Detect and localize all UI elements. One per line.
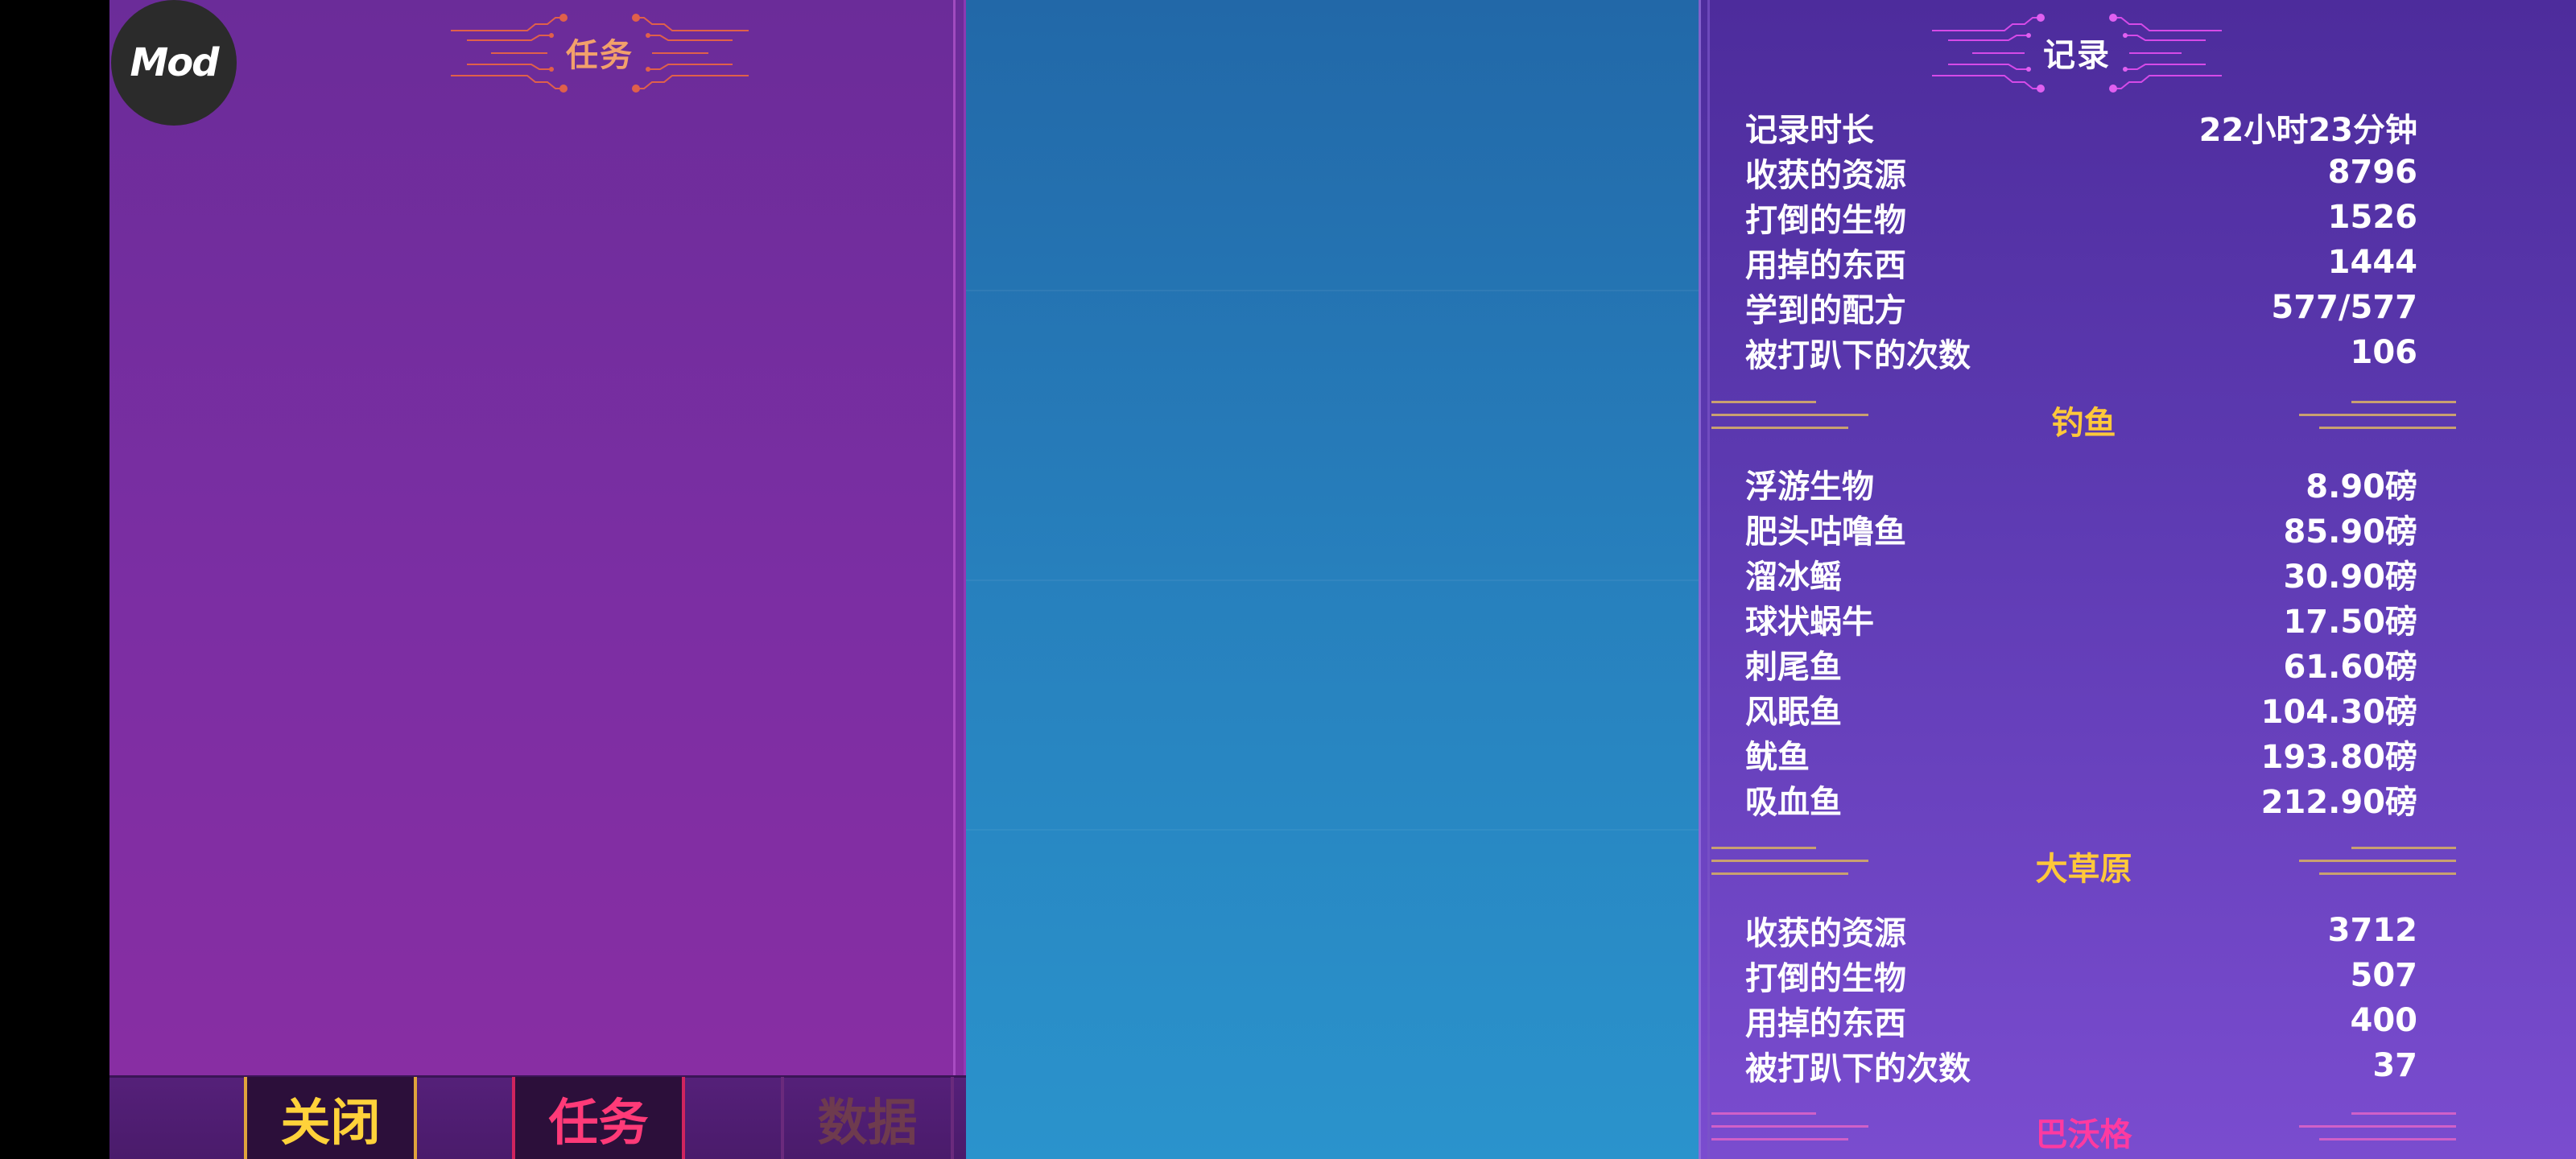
section-header-savanna: 大草原: [1711, 843, 2456, 889]
data-tab-button[interactable]: 数据: [781, 1077, 954, 1159]
section-title: 大草原: [2035, 851, 2132, 888]
fish-weight: 193.80磅: [2260, 739, 2417, 776]
stat-value: 106: [2350, 334, 2418, 371]
game-screen: 任务 关闭 任务 数据 Mod 记录 记录时长 22小时23分钟 收获的资源 8…: [0, 0, 2576, 1159]
quest-tab-button[interactable]: 任务: [512, 1077, 685, 1159]
stat-row: 记录时长 22小时23分钟: [1745, 105, 2417, 150]
stat-value: 507: [2350, 957, 2418, 994]
stat-value: 37: [2372, 1047, 2417, 1084]
fish-row: 鱿鱼 193.80磅: [1745, 732, 2417, 777]
fish-name: 浮游生物: [1745, 468, 1874, 505]
record-panel-title: 记录: [2043, 37, 2111, 74]
fish-name: 鱿鱼: [1745, 739, 1810, 776]
fish-weight: 85.90磅: [2283, 514, 2417, 551]
stat-value: 8796: [2327, 154, 2417, 191]
fish-row: 肥头咕噜鱼 85.90磅: [1745, 506, 2417, 551]
section-title: 巴沃格: [2035, 1116, 2132, 1153]
stat-value: 577/577: [2271, 289, 2417, 326]
fish-weight: 104.30磅: [2260, 694, 2417, 731]
section-header-fishing: 钓鱼: [1711, 398, 2456, 443]
fish-name: 肥头咕噜鱼: [1745, 514, 1906, 551]
stat-label: 收获的资源: [1745, 915, 1906, 952]
fish-name: 吸血鱼: [1745, 784, 1842, 821]
stat-row: 学到的配方 577/577: [1745, 285, 2417, 330]
quest-panel: [109, 0, 966, 1159]
stat-value: 1444: [2327, 244, 2417, 281]
fish-row: 浮游生物 8.90磅: [1745, 461, 2417, 506]
stat-label: 记录时长: [1745, 112, 1874, 149]
stat-value: 22小时23分钟: [2198, 112, 2417, 149]
stat-row: 收获的资源 3712: [1745, 908, 2417, 953]
game-viewport: [966, 0, 1699, 1159]
quest-panel-header: 任务: [451, 8, 749, 97]
stat-label: 学到的配方: [1745, 292, 1906, 329]
stat-row: 用掉的东西 400: [1745, 998, 2417, 1043]
fish-name: 刺尾鱼: [1745, 649, 1842, 686]
stat-label: 打倒的生物: [1745, 960, 1906, 997]
fish-weight: 212.90磅: [2260, 784, 2417, 821]
stat-row: 收获的资源 8796: [1745, 150, 2417, 195]
close-tab-button[interactable]: 关闭: [244, 1077, 417, 1159]
stat-label: 打倒的生物: [1745, 202, 1906, 239]
fish-weight: 8.90磅: [2306, 468, 2417, 505]
stat-label: 被打趴下的次数: [1745, 1050, 1971, 1087]
quest-panel-title: 任务: [566, 37, 634, 74]
fish-weight: 17.50磅: [2283, 604, 2417, 641]
section-title: 钓鱼: [2051, 405, 2116, 442]
record-panel-edge: [1699, 0, 1710, 1159]
fish-weight: 61.60磅: [2283, 649, 2417, 686]
fish-row: 刺尾鱼 61.60磅: [1745, 641, 2417, 687]
record-panel-header: 记录: [1932, 8, 2222, 97]
stat-label: 被打趴下的次数: [1745, 337, 1971, 374]
fish-row: 风眠鱼 104.30磅: [1745, 687, 2417, 732]
mod-menu-button[interactable]: Mod: [111, 0, 237, 126]
stat-row: 被打趴下的次数 37: [1745, 1043, 2417, 1088]
stat-row: 用掉的东西 1444: [1745, 240, 2417, 285]
stat-value: 400: [2350, 1002, 2418, 1039]
stat-label: 用掉的东西: [1745, 1005, 1906, 1042]
stat-row: 被打趴下的次数 106: [1745, 330, 2417, 375]
stat-label: 用掉的东西: [1745, 247, 1906, 284]
quest-panel-edge: [953, 0, 966, 1075]
fish-name: 溜冰鳐: [1745, 559, 1842, 596]
stat-label: 收获的资源: [1745, 157, 1906, 194]
fish-row: 球状蜗牛 17.50磅: [1745, 596, 2417, 641]
letterbox-left: [0, 0, 109, 1159]
stat-value: 3712: [2327, 912, 2417, 949]
stat-value: 1526: [2327, 199, 2417, 236]
section-header-bawoge: 巴沃格: [1711, 1109, 2456, 1154]
fish-weight: 30.90磅: [2283, 559, 2417, 596]
stat-row: 打倒的生物 1526: [1745, 195, 2417, 240]
fish-name: 球状蜗牛: [1745, 604, 1874, 641]
fish-name: 风眠鱼: [1745, 694, 1842, 731]
stat-row: 打倒的生物 507: [1745, 953, 2417, 998]
mod-badge-label: Mod: [130, 40, 219, 85]
fish-row: 溜冰鳐 30.90磅: [1745, 551, 2417, 596]
fish-row: 吸血鱼 212.90磅: [1745, 777, 2417, 822]
